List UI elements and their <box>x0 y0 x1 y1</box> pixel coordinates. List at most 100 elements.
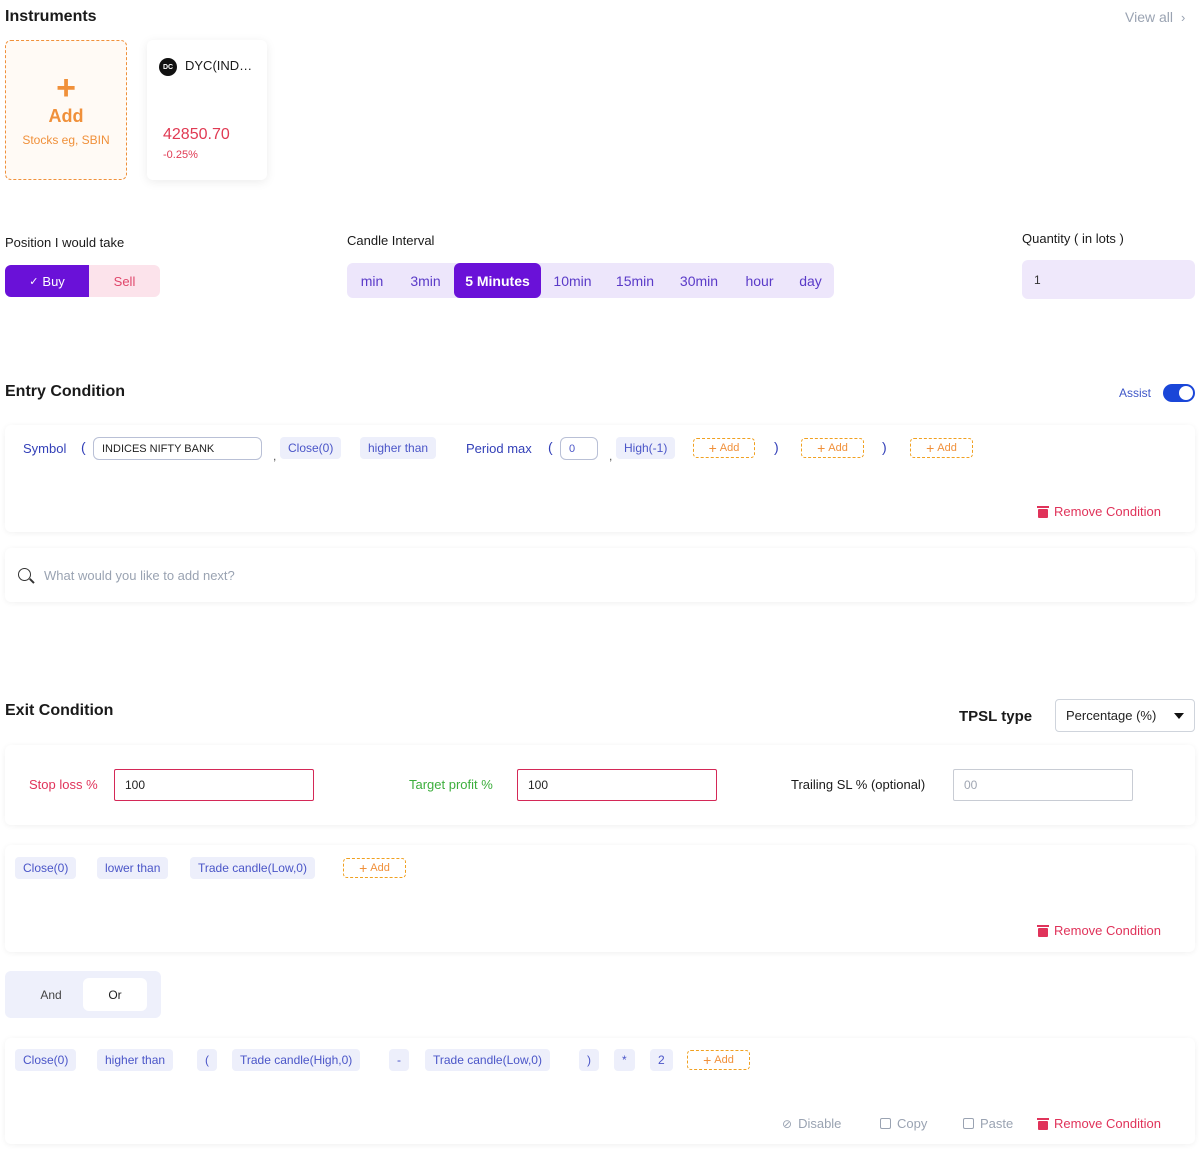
position-label: Position I would take <box>5 235 125 250</box>
add-instrument-card[interactable]: + Add Stocks eg, SBIN <box>5 40 127 180</box>
comma: , <box>609 449 613 463</box>
exit-condition-panel-1: Close(0) lower than Trade candle(Low,0) … <box>5 845 1195 952</box>
view-all-link[interactable]: View all › <box>1125 9 1185 25</box>
lower-than-chip[interactable]: lower than <box>97 857 169 879</box>
candle-interval-label: Candle Interval <box>347 233 435 248</box>
remove-condition-label: Remove Condition <box>1054 923 1161 938</box>
interval-30min[interactable]: 30min <box>666 263 732 298</box>
trash-icon <box>1037 1117 1049 1130</box>
trailing-sl-label: Trailing SL % (optional) <box>791 777 926 792</box>
buy-button[interactable]: ✓ Buy <box>5 265 89 297</box>
interval-10min[interactable]: 10min <box>541 263 604 298</box>
exit-condition-title: Exit Condition <box>5 702 114 719</box>
copy-button[interactable]: Copy <box>880 1116 927 1131</box>
higher-than-chip[interactable]: higher than <box>360 437 437 459</box>
quantity-input[interactable]: 1 <box>1022 260 1195 299</box>
or-option[interactable]: Or <box>83 978 147 1011</box>
comma: , <box>273 449 277 463</box>
stop-loss-label: Stop loss % <box>29 777 98 792</box>
period-max-keyword[interactable]: Period max <box>466 441 532 456</box>
entry-condition-title: Entry Condition <box>5 383 125 400</box>
paste-button[interactable]: Paste <box>963 1116 1013 1131</box>
trade-candle-low-chip[interactable]: Trade candle(Low,0) <box>425 1049 550 1071</box>
add-next-search: What would you like to add next? <box>5 548 1195 602</box>
paste-label: Paste <box>980 1116 1014 1131</box>
plus-icon: + <box>817 440 826 456</box>
trailing-sl-input[interactable]: 00 <box>953 769 1133 801</box>
interval-day[interactable]: day <box>787 263 834 298</box>
instrument-price: 42850.70 <box>163 126 230 143</box>
quantity-label: Quantity ( in lots ) <box>1022 231 1124 246</box>
close-paren: ) <box>774 439 779 455</box>
open-paren-chip[interactable]: ( <box>197 1049 217 1071</box>
assist-label: Assist <box>1119 386 1152 400</box>
add-instrument-hint: Stocks eg, SBIN <box>22 132 110 147</box>
interval-5-minutes[interactable]: 5 Minutes <box>454 263 541 298</box>
add-label: Add <box>719 442 740 454</box>
high-neg1-chip[interactable]: High(-1) <box>616 437 676 459</box>
eye-off-icon: ⊘ <box>782 1116 793 1131</box>
remove-condition-label: Remove Condition <box>1054 504 1161 519</box>
interval-hour[interactable]: hour <box>732 263 787 298</box>
interval-min[interactable]: min <box>347 263 397 298</box>
interval-3min[interactable]: 3min <box>397 263 454 298</box>
add-token-button[interactable]: + Add <box>910 438 973 458</box>
tpsl-panel: Stop loss % 100 Target profit % 100 Trai… <box>5 745 1195 825</box>
search-input[interactable]: What would you like to add next? <box>44 568 235 583</box>
view-all-label: View all <box>1125 9 1173 25</box>
symbol-keyword[interactable]: Symbol <box>23 441 66 456</box>
remove-condition-button[interactable]: Remove Condition <box>1037 1116 1161 1131</box>
plus-icon: + <box>708 440 717 456</box>
two-chip[interactable]: 2 <box>650 1049 673 1071</box>
trade-candle-low-chip[interactable]: Trade candle(Low,0) <box>190 857 315 879</box>
tpsl-type-select[interactable]: Percentage (%) <box>1055 699 1195 732</box>
disable-label: Disable <box>798 1116 842 1131</box>
close0-chip[interactable]: Close(0) <box>15 1049 77 1071</box>
interval-15min[interactable]: 15min <box>604 263 666 298</box>
plus-icon: + <box>359 860 368 876</box>
assist-toggle[interactable] <box>1163 384 1195 402</box>
close0-chip[interactable]: Close(0) <box>280 437 342 459</box>
add-token-button[interactable]: + Add <box>693 438 755 458</box>
open-paren: ( <box>548 439 553 455</box>
minus-chip[interactable]: - <box>389 1049 409 1071</box>
paste-icon <box>963 1118 974 1129</box>
copy-icon <box>880 1118 891 1129</box>
remove-condition-button[interactable]: Remove Condition <box>1037 504 1161 519</box>
add-token-button[interactable]: + Add <box>687 1050 750 1070</box>
higher-than-chip[interactable]: higher than <box>97 1049 174 1071</box>
target-profit-label: Target profit % <box>409 777 493 792</box>
remove-condition-label: Remove Condition <box>1054 1116 1161 1131</box>
trash-icon <box>1037 505 1049 518</box>
add-token-button[interactable]: + Add <box>801 438 864 458</box>
instrument-logo: DC <box>159 58 177 76</box>
instrument-card[interactable]: DC DYC(IND… 42850.70 -0.25% <box>147 40 267 180</box>
remove-condition-button[interactable]: Remove Condition <box>1037 923 1161 938</box>
trade-candle-high-chip[interactable]: Trade candle(High,0) <box>232 1049 361 1071</box>
search-icon <box>18 568 31 581</box>
add-token-button[interactable]: + Add <box>343 858 406 878</box>
symbol-value-input[interactable]: INDICES NIFTY BANK <box>93 437 262 460</box>
close-paren: ) <box>882 439 887 455</box>
add-label: Add <box>370 862 390 874</box>
exit-condition-panel-2: Close(0) higher than ( Trade candle(High… <box>5 1038 1195 1144</box>
plus-icon: + <box>926 440 935 456</box>
disable-button[interactable]: ⊘ Disable <box>782 1116 841 1131</box>
plus-icon: + <box>703 1052 712 1068</box>
add-label: Add <box>714 1054 734 1066</box>
target-profit-input[interactable]: 100 <box>517 769 717 801</box>
copy-label: Copy <box>897 1116 928 1131</box>
trash-icon <box>1037 924 1049 937</box>
sell-button[interactable]: Sell <box>89 265 160 297</box>
times-chip[interactable]: * <box>614 1049 635 1071</box>
period-value-input[interactable]: 0 <box>560 437 598 460</box>
open-paren: ( <box>81 439 86 455</box>
close-paren-chip[interactable]: ) <box>579 1049 599 1071</box>
position-toggle: ✓ Buy Sell <box>5 265 160 297</box>
instrument-name: DYC(IND… <box>185 58 253 73</box>
close0-chip[interactable]: Close(0) <box>15 857 77 879</box>
stop-loss-input[interactable]: 100 <box>114 769 314 801</box>
check-icon: ✓ <box>29 275 39 288</box>
chevron-right-icon: › <box>1181 9 1186 25</box>
entry-condition-panel: Symbol ( INDICES NIFTY BANK , Close(0) h… <box>5 425 1195 532</box>
